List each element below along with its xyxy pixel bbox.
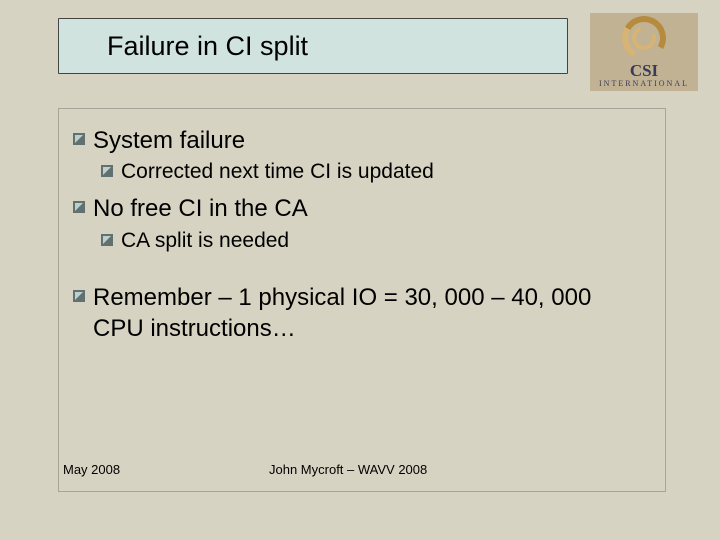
footer: May 2008 John Mycroft – WAVV 2008 <box>59 462 665 477</box>
logo-subtext: INTERNATIONAL <box>599 80 689 88</box>
bullet-icon <box>101 165 113 177</box>
bullet-text: No free CI in the CA <box>93 193 308 224</box>
bullet-text: Remember – 1 physical IO = 30, 000 – 40,… <box>93 282 645 344</box>
bullet-icon <box>73 201 85 213</box>
slide-title: Failure in CI split <box>107 31 308 62</box>
footer-date: May 2008 <box>59 462 263 477</box>
footer-author: John Mycroft – WAVV 2008 <box>263 462 665 477</box>
content-frame: System failure Corrected next time CI is… <box>58 108 666 492</box>
bullet-text: Corrected next time CI is updated <box>121 158 434 185</box>
bullet-text: CA split is needed <box>121 227 289 254</box>
bullet-item: No free CI in the CA <box>73 193 645 224</box>
bullet-icon <box>73 290 85 302</box>
bullet-icon <box>73 133 85 145</box>
bullet-list: System failure Corrected next time CI is… <box>73 125 645 477</box>
bullet-text: System failure <box>93 125 245 156</box>
bullet-icon <box>101 234 113 246</box>
slide: Failure in CI split CSI INTERNATIONAL Sy… <box>0 0 720 540</box>
logo: CSI INTERNATIONAL <box>590 13 698 91</box>
bullet-item: System failure <box>73 125 645 156</box>
bullet-sub-item: CA split is needed <box>101 227 645 254</box>
logo-text: CSI <box>630 62 658 79</box>
logo-swirl-icon <box>622 16 666 60</box>
title-box: Failure in CI split <box>58 18 568 74</box>
bullet-item: Remember – 1 physical IO = 30, 000 – 40,… <box>73 282 645 344</box>
bullet-sub-item: Corrected next time CI is updated <box>101 158 645 185</box>
